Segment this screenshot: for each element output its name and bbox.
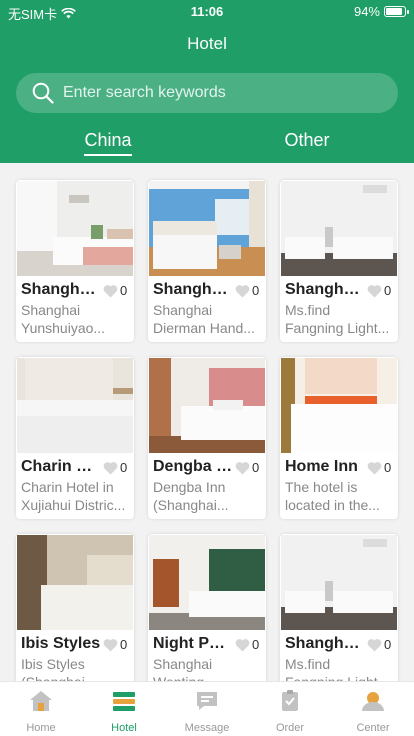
hotel-photo[interactable] bbox=[17, 181, 133, 276]
hotel-name: Shanghai ... bbox=[285, 635, 365, 652]
hotel-card[interactable]: Shanghai ... 0 Shanghai Yunshuiyao... bbox=[16, 180, 134, 342]
like-count: 0 bbox=[120, 460, 128, 475]
tabbar-item-message[interactable]: Message bbox=[166, 682, 248, 736]
hotel-name: Charin Hotel bbox=[21, 458, 101, 475]
battery-level bbox=[386, 8, 402, 15]
tabbar-item-hotel[interactable]: Hotel bbox=[83, 682, 165, 736]
heart-icon[interactable] bbox=[235, 284, 250, 298]
hotel-photo[interactable] bbox=[281, 181, 397, 276]
tabbar-item-home[interactable]: Home bbox=[0, 682, 82, 736]
hotel-description: Ms.find Fangning Light... bbox=[285, 656, 389, 681]
hotel-name: Home Inn bbox=[285, 458, 358, 475]
battery-percent: 94% bbox=[353, 4, 380, 19]
like-count: 0 bbox=[252, 283, 260, 298]
like-count: 0 bbox=[120, 283, 128, 298]
hotel-photo[interactable] bbox=[17, 358, 133, 453]
hotel-name: Shanghai ... bbox=[285, 281, 365, 298]
heart-icon[interactable] bbox=[235, 461, 250, 475]
like-count: 0 bbox=[252, 637, 260, 652]
hotel-name: Shanghai ... bbox=[21, 281, 101, 298]
heart-icon[interactable] bbox=[367, 461, 382, 475]
center-icon bbox=[362, 692, 384, 711]
like-count: 0 bbox=[252, 460, 260, 475]
hotel-card[interactable]: Dengba Inn 0 Dengba Inn (Shanghai... bbox=[148, 357, 266, 519]
like-count: 0 bbox=[384, 460, 392, 475]
tabbar-item-order[interactable]: Order bbox=[249, 682, 331, 736]
like-count: 0 bbox=[384, 637, 392, 652]
hotel-card[interactable]: Charin Hotel 0 Charin Hotel in Xujiahui … bbox=[16, 357, 134, 519]
heart-icon[interactable] bbox=[367, 284, 382, 298]
status-bar: 无SIM卡 11:06 94% bbox=[0, 0, 414, 22]
hotel-description: Ms.find Fangning Light... bbox=[285, 302, 390, 336]
hotel-photo[interactable] bbox=[149, 181, 265, 276]
message-icon bbox=[197, 692, 217, 710]
hotel-name: Ibis Styles bbox=[21, 635, 101, 652]
battery-icon bbox=[384, 6, 409, 17]
tab-other[interactable]: Other bbox=[280, 130, 334, 151]
search-placeholder: Enter search keywords bbox=[63, 84, 226, 101]
hotel-description: Charin Hotel in Xujiahui Distric... bbox=[21, 479, 126, 513]
hotel-name: Night Purple bbox=[153, 635, 233, 652]
home-icon bbox=[30, 691, 52, 711]
page-title: Hotel bbox=[187, 34, 227, 53]
heart-icon[interactable] bbox=[235, 638, 250, 652]
hotel-description: Shanghai Yunshuiyao... bbox=[21, 302, 106, 336]
hotel-icon bbox=[113, 692, 135, 711]
hotel-name: Shanghai ... bbox=[153, 281, 233, 298]
header: 无SIM卡 11:06 94% Hotel Enter search keywo… bbox=[0, 0, 414, 163]
like-count: 0 bbox=[120, 637, 128, 652]
hotel-card[interactable]: Home Inn 0 The hotel is located in the..… bbox=[280, 357, 398, 519]
tabbar-item-center[interactable]: Center bbox=[332, 682, 414, 736]
like-count: 0 bbox=[384, 283, 392, 298]
active-tab-indicator bbox=[84, 154, 132, 156]
hotel-description: Dengba Inn (Shanghai... bbox=[153, 479, 229, 513]
bottom-tab-bar: Home Hotel Message Order Center bbox=[0, 681, 414, 736]
status-time: 11:06 bbox=[190, 4, 224, 19]
heart-icon[interactable] bbox=[367, 638, 382, 652]
tab-china[interactable]: China bbox=[84, 130, 132, 151]
hotel-card[interactable]: Shanghai ... 0 Ms.find Fangning Light... bbox=[280, 534, 398, 681]
hotel-description: The hotel is located in the... bbox=[285, 479, 380, 513]
hotel-grid[interactable]: Shanghai ... 0 Shanghai Yunshuiyao... Sh… bbox=[0, 163, 414, 681]
hotel-card[interactable]: Ibis Styles 0 Ibis Styles (Shanghai... bbox=[16, 534, 134, 681]
hotel-photo[interactable] bbox=[281, 535, 397, 630]
order-icon bbox=[282, 690, 298, 711]
hotel-description: Shanghai Dierman Hand... bbox=[153, 302, 255, 336]
hotel-card[interactable]: Shanghai ... 0 Shanghai Dierman Hand... bbox=[148, 180, 266, 342]
search-icon bbox=[32, 82, 54, 104]
hotel-card[interactable]: Night Purple 0 Shanghai Wenting... bbox=[148, 534, 266, 681]
search-input[interactable]: Enter search keywords bbox=[16, 73, 398, 113]
hotel-description: Shanghai Wenting... bbox=[153, 656, 216, 681]
hotel-card[interactable]: Shanghai ... 0 Ms.find Fangning Light... bbox=[280, 180, 398, 342]
hotel-photo[interactable] bbox=[149, 535, 265, 630]
heart-icon[interactable] bbox=[103, 284, 118, 298]
heart-icon[interactable] bbox=[103, 461, 118, 475]
hotel-name: Dengba Inn bbox=[153, 458, 233, 475]
hotel-photo[interactable] bbox=[281, 358, 397, 453]
hotel-photo[interactable] bbox=[149, 358, 265, 453]
hotel-photo[interactable] bbox=[17, 535, 133, 630]
hotel-description: Ibis Styles (Shanghai... bbox=[21, 656, 97, 681]
heart-icon[interactable] bbox=[103, 638, 118, 652]
